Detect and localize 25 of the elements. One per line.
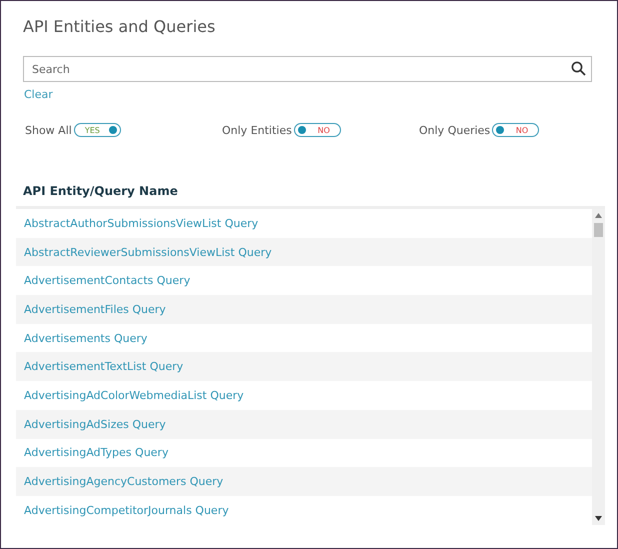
column-header: API Entity/Query Name [23, 184, 179, 200]
search-icon[interactable] [571, 61, 586, 76]
toggle-label: Show All [25, 124, 72, 136]
toggle-label: Only Entities [222, 124, 292, 136]
entity-link[interactable]: AdvertisingCompetitorJournals Query [24, 504, 229, 517]
toggle-switch[interactable]: NO [492, 123, 540, 137]
toggle-label: Only Queries [419, 124, 490, 136]
scroll-up-icon[interactable] [595, 213, 602, 218]
entity-link[interactable]: AdvertisingAdColorWebmediaList Query [24, 388, 244, 402]
toggle-switch[interactable]: NO [294, 123, 341, 137]
scrollbar-thumb[interactable] [594, 223, 603, 237]
search-field[interactable]: Search [23, 56, 592, 82]
entity-link[interactable]: AdvertisingAdSizes Query [24, 418, 166, 431]
entity-link[interactable]: AdvertisementContacts Query [24, 274, 190, 288]
entity-link[interactable]: AdvertisementFiles Query [24, 302, 166, 316]
entity-link[interactable]: Advertisements Query [24, 332, 148, 345]
entity-link[interactable]: AdvertisingAgencyCustomers Query [24, 475, 224, 488]
clear-link[interactable]: Clear [24, 88, 53, 101]
page-title: API Entities and Queries [23, 17, 216, 36]
entity-link[interactable]: AdvertisingAdTypes Query [24, 446, 168, 460]
scroll-down-icon[interactable] [595, 516, 602, 521]
entity-link[interactable]: AdvertisementTextList Query [24, 360, 184, 374]
entity-link[interactable]: AbstractAuthorSubmissionsViewList Query [24, 216, 258, 230]
scrollbar[interactable] [592, 209, 605, 525]
toggle-switch[interactable]: YES [74, 123, 121, 137]
